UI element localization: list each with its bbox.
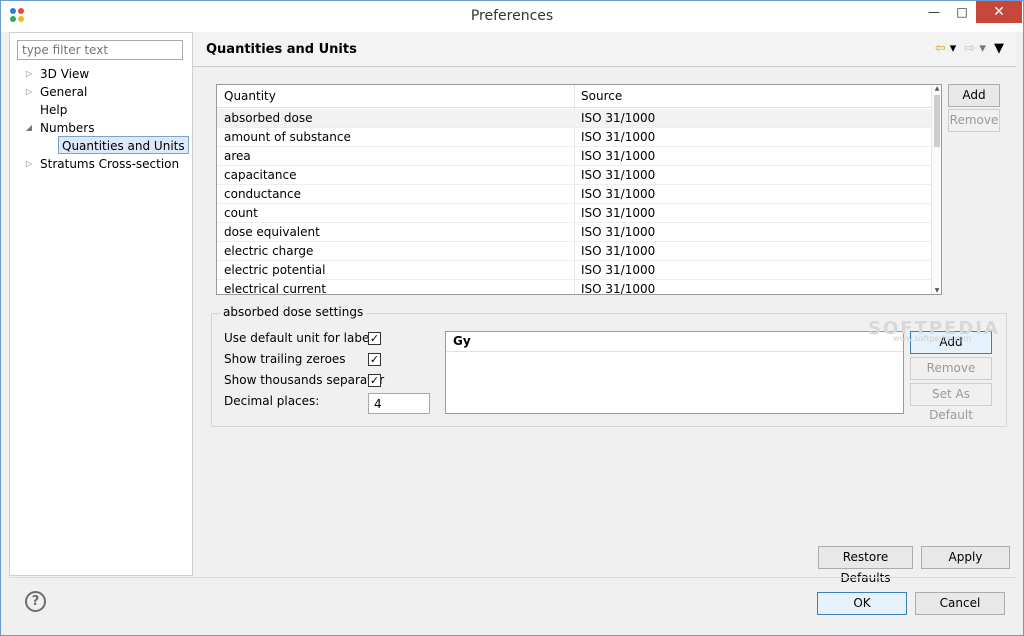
option-label: Show thousands separator — [224, 373, 385, 387]
cell-quantity: conductance — [224, 187, 302, 201]
page-navigation: ⇦ ▾ ⇨ ▾ ▼ — [931, 41, 1004, 56]
cell-source: ISO 31/1000 — [581, 187, 656, 201]
table-row[interactable]: count ISO 31/1000 — [217, 204, 932, 223]
back-arrow-icon[interactable]: ⇦ — [935, 41, 946, 56]
table-body: absorbed dose ISO 31/1000 amount of subst… — [217, 109, 932, 295]
table-scrollbar[interactable]: ▲ ▼ — [931, 85, 941, 294]
table-row[interactable]: electric potential ISO 31/1000 — [217, 261, 932, 280]
cell-quantity: absorbed dose — [224, 111, 313, 125]
table-row[interactable]: electrical current ISO 31/1000 — [217, 280, 932, 295]
close-button[interactable]: ✕ — [976, 1, 1022, 23]
cancel-button[interactable]: Cancel — [915, 592, 1005, 615]
remove-quantity-button[interactable]: Remove — [948, 109, 1000, 132]
add-quantity-button[interactable]: Add — [948, 84, 1000, 107]
cell-quantity: electric charge — [224, 244, 314, 258]
column-header-quantity[interactable]: Quantity — [224, 89, 276, 103]
decimal-places-label: Decimal places: — [224, 394, 320, 408]
filter-input[interactable] — [17, 40, 183, 60]
window-title: Preferences — [470, 8, 554, 24]
tree-item-label: Help — [40, 103, 68, 117]
table-row[interactable]: amount of substance ISO 31/1000 — [217, 128, 932, 147]
unit-list-item[interactable]: Gy — [446, 332, 903, 352]
footer-divider — [9, 577, 1016, 578]
back-menu-icon[interactable]: ▾ — [950, 41, 957, 56]
cell-source: ISO 31/1000 — [581, 149, 656, 163]
cell-source: ISO 31/1000 — [581, 225, 656, 239]
show-trailing-zeroes-checkbox[interactable]: ✓ — [368, 353, 381, 366]
table-row[interactable]: capacitance ISO 31/1000 — [217, 166, 932, 185]
cell-source: ISO 31/1000 — [581, 206, 656, 220]
decimal-places-input[interactable] — [368, 393, 430, 414]
preference-page: Quantities and Units ⇦ ▾ ⇨ ▾ ▼ Quantity So… — [193, 32, 1016, 585]
cell-source: ISO 31/1000 — [581, 130, 656, 144]
expand-icon[interactable]: ▷ — [24, 155, 34, 173]
table-row[interactable]: area ISO 31/1000 — [217, 147, 932, 166]
tree-item-quantities-and-units[interactable]: Quantities and Units — [58, 136, 189, 154]
apply-button[interactable]: Apply — [921, 546, 1010, 569]
scroll-down-icon[interactable]: ▼ — [932, 287, 941, 294]
scrollbar-thumb[interactable] — [934, 95, 940, 147]
help-icon[interactable]: ? — [25, 591, 46, 612]
option-label: Use default unit for labels — [224, 331, 379, 345]
show-thousands-separator-checkbox[interactable]: ✓ — [368, 374, 381, 387]
cell-quantity: electrical current — [224, 282, 327, 295]
tree-item-label: Numbers — [40, 121, 95, 135]
column-header-source[interactable]: Source — [581, 89, 622, 103]
maximize-button[interactable]: □ — [947, 1, 977, 23]
view-menu-icon[interactable]: ▼ — [994, 41, 1004, 56]
remove-unit-button[interactable]: Remove — [910, 357, 992, 380]
cell-source: ISO 31/1000 — [581, 263, 656, 277]
set-as-default-button[interactable]: Set As Default — [910, 383, 992, 422]
cell-quantity: area — [224, 149, 251, 163]
use-default-unit-checkbox[interactable]: ✓ — [368, 332, 381, 345]
cell-quantity: electric potential — [224, 263, 326, 277]
cell-quantity: amount of substance — [224, 130, 351, 144]
scroll-up-icon[interactable]: ▲ — [932, 85, 941, 92]
preferences-window: Preferences — □ ✕ ▷ 3D View ▷ General He… — [0, 0, 1024, 636]
table-row[interactable]: absorbed dose ISO 31/1000 — [217, 109, 932, 128]
tree-item-label: 3D View — [40, 67, 90, 81]
option-label: Show trailing zeroes — [224, 352, 346, 366]
cell-source: ISO 31/1000 — [581, 111, 656, 125]
units-list[interactable]: Gy — [445, 331, 904, 414]
collapse-icon[interactable]: ◢ — [24, 119, 34, 137]
cell-quantity: dose equivalent — [224, 225, 320, 239]
page-header: Quantities and Units ⇦ ▾ ⇨ ▾ ▼ — [193, 32, 1016, 67]
cell-source: ISO 31/1000 — [581, 244, 656, 258]
table-row[interactable]: electric charge ISO 31/1000 — [217, 242, 932, 261]
cell-source: ISO 31/1000 — [581, 168, 656, 182]
quantities-table[interactable]: Quantity Source absorbed dose ISO 31/1000… — [216, 84, 942, 295]
cell-quantity: capacitance — [224, 168, 297, 182]
forward-arrow-icon[interactable]: ⇨ — [964, 41, 975, 56]
ok-button[interactable]: OK — [817, 592, 907, 615]
page-title: Quantities and Units — [206, 42, 357, 57]
expand-icon[interactable]: ▷ — [24, 65, 34, 83]
forward-menu-icon[interactable]: ▾ — [979, 41, 986, 56]
watermark-url: www.softpedia.com — [893, 334, 972, 343]
restore-defaults-button[interactable]: Restore Defaults — [818, 546, 913, 585]
tree-item-label: Stratums Cross-section — [40, 157, 180, 171]
tree-item-label: Quantities and Units — [62, 139, 185, 153]
group-title: absorbed dose settings — [220, 305, 367, 319]
table-row[interactable]: dose equivalent ISO 31/1000 — [217, 223, 932, 242]
minimize-button[interactable]: — — [919, 1, 949, 23]
preference-tree-pane: ▷ 3D View ▷ General Help ◢ Numbers Quant… — [9, 32, 193, 576]
tree-item-label: General — [40, 85, 88, 99]
table-row[interactable]: conductance ISO 31/1000 — [217, 185, 932, 204]
cell-quantity: count — [224, 206, 258, 220]
title-bar: Preferences — □ ✕ — [1, 1, 1023, 32]
cell-source: ISO 31/1000 — [581, 282, 656, 295]
expand-icon[interactable]: ▷ — [24, 83, 34, 101]
